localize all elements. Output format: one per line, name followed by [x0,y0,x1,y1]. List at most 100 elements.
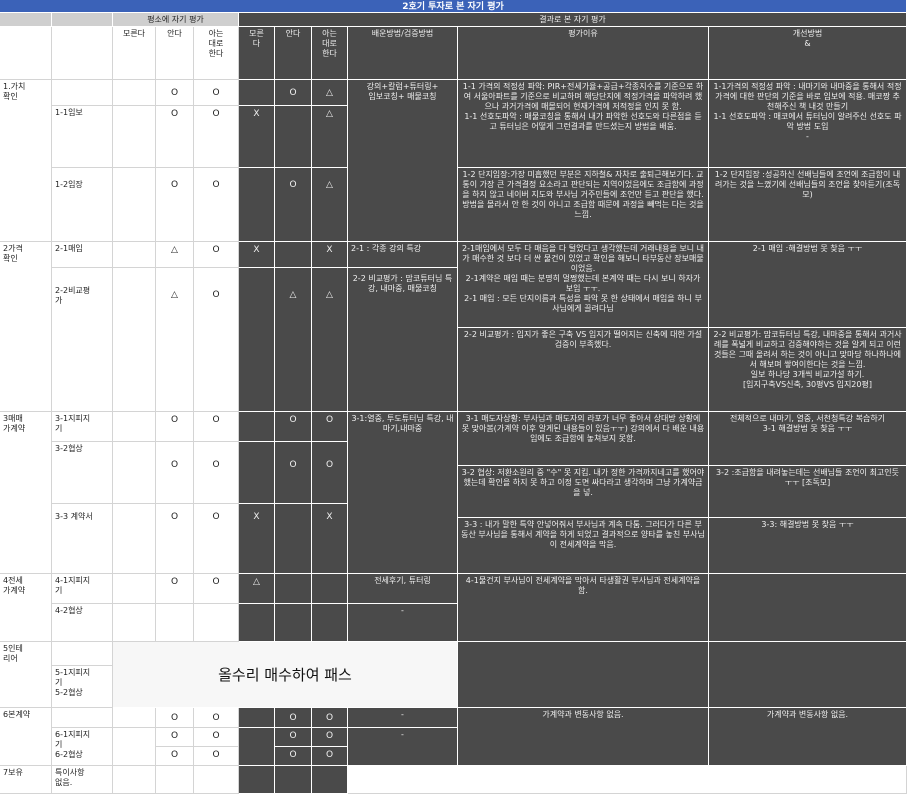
mark-o: O [275,728,312,747]
method-4-2: - [348,604,458,642]
mark-cell [113,442,156,504]
sub-label-2-2: 2-2비교평 가 [52,268,113,412]
mark-x: X [239,106,275,168]
improve-2-2: 2-2 비교평가: 맘코튜터님 특강, 내마중을 통해서 과거사례를 폭넓게 비… [709,328,907,412]
mark-o: O [194,80,239,106]
method-4-1: 전세후기, 튜터링 [348,574,458,604]
sub-label-3-1: 3-1지피지 기 [52,412,113,442]
reason-5 [458,642,709,708]
sub-label-1-2: 1-2임장 [52,168,113,242]
mark-cell [156,604,194,642]
sub-label-4-2: 4-2협상 [52,604,113,642]
header-after-dont-know: 모른 다 [239,27,275,80]
mark-cell [239,80,275,106]
mark-o: O [312,708,348,728]
row-label-main-contract: 6본계약 [0,708,52,766]
mark-o: O [156,728,194,747]
sub-label-5-1-5-2: 5-1지피지 기 5-2협상 [52,666,113,708]
mark-cell [239,604,275,642]
mark-o: O [312,728,348,747]
improve-3-2: 3-2 :조급함을 내려놓는데는 선배님들 조언이 최고인듯 ㅜㅜ [조독모] [709,466,907,518]
mark-o: O [275,708,312,728]
row-label-purchase-contract: 3매매 가계약 [0,412,52,574]
sub-label-6-1: 6-1지피지 기 [55,730,91,749]
method-1: 강의+칼럼+튜터링+ 임보코칭+ 매물코칭 [348,80,458,242]
mark-x: X [312,504,348,574]
header-after-know: 안다 [275,27,312,80]
mark-o: O [156,747,194,766]
header-after-group: 결과로 본 자기 평가 [239,13,907,27]
header-know-as-is: 아는 대로 한다 [194,27,239,80]
header-know: 안다 [156,27,194,80]
mark-cell [113,504,156,574]
mark-cell [239,442,275,504]
mark-triangle: △ [312,106,348,168]
mark-triangle: △ [312,168,348,242]
improve-3-3: 3-3: 해결방법 못 찾음 ㅜㅜ [709,518,907,574]
mark-cell [239,766,275,794]
mark-o: O [275,80,312,106]
mark-o: O [194,504,239,574]
mark-cell [113,728,156,766]
mark-triangle: △ [156,268,194,412]
mark-o: O [194,708,239,728]
empty-cell [348,766,907,794]
sub-label-blank [52,708,113,728]
reason-3-3: 3-3 : 내가 말한 특약 안넣어줘서 부사님과 계속 다툼. 그러다가 다른… [458,518,709,574]
improve-4 [709,574,907,642]
header-reason: 평가이유 [458,27,709,80]
mark-cell [239,412,275,442]
improve-1-1: 1-1가격의 적정성 파악 : 내마기와 내마중을 통해서 적정가격에 대한 판… [709,80,907,168]
mark-cell [113,766,156,794]
mark-cell [113,412,156,442]
row-label-holding: 7보유 [0,766,52,794]
sub-label-6-2: 6-2협상 [55,750,83,759]
row-label-lease-contract: 4전세 가계약 [0,574,52,642]
mark-cell [113,604,156,642]
sheet-title: 2호기 투자로 본 자기 평가 [0,0,907,13]
method-6: - [348,708,458,728]
mark-cell [275,242,312,268]
sub-label-5-2: 5-2협상 [55,688,83,697]
mark-cell [239,728,275,766]
reason-2-1: 2-1매임에서 모두 다 매음을 다 털었다고 생각했는데 거래내용을 보니 내… [458,242,709,328]
mark-o: O [156,106,194,168]
sub-label-7-1: 특이사항 없음. [52,766,113,794]
interior-pass-note: 올수리 매수하여 패스 [113,642,458,708]
mark-o: O [194,168,239,242]
row-label-price-check: 2가격 확인 [0,242,52,412]
row-label-interior: 5인테 리어 [0,642,52,708]
sub-label-2-1: 2-1매임 [52,242,113,268]
mark-cell [239,268,275,412]
mark-cell [113,80,156,106]
mark-cell [113,168,156,242]
mark-o: O [194,728,239,747]
mark-triangle: △ [275,268,312,412]
improve-1-2: 1-2 단지임장 :성공하신 선배님들에 조언에 조급함이 내려가는 것을 느꼈… [709,168,907,242]
mark-o: O [275,168,312,242]
sub-label-4-1: 4-1지피지 기 [52,574,113,604]
mark-cell [239,708,275,728]
header-blank [52,27,113,80]
header-blank [52,13,113,27]
header-blank [0,13,52,27]
mark-cell [312,766,348,794]
mark-triangle: △ [312,268,348,412]
mark-o: O [275,747,312,766]
mark-triangle: △ [239,574,275,604]
row-label-value-check: 1.가치 확인 [0,80,52,242]
reason-3-1: 3-1 매도자상황: 부사님과 매도자의 라포가 너무 좋아서 상대방 상황에 … [458,412,709,466]
header-improve: 개선방법 & [709,27,907,80]
mark-cell [156,766,194,794]
method-6-b: - [348,728,458,766]
sub-label-5-1: 5-1지피지 기 [55,668,91,687]
improve-2-1: 2-1 매임 :해결방법 못 찾음 ㅜㅜ [709,242,907,328]
header-blank [0,27,52,80]
sub-label-3-2: 3-2협상 [52,442,113,504]
mark-o: O [194,574,239,604]
improve-5 [709,642,907,708]
mark-cell [275,766,312,794]
method-2-1: 2-1 : 각종 강의 특강 [348,242,458,268]
mark-cell [275,574,312,604]
mark-o: O [156,504,194,574]
